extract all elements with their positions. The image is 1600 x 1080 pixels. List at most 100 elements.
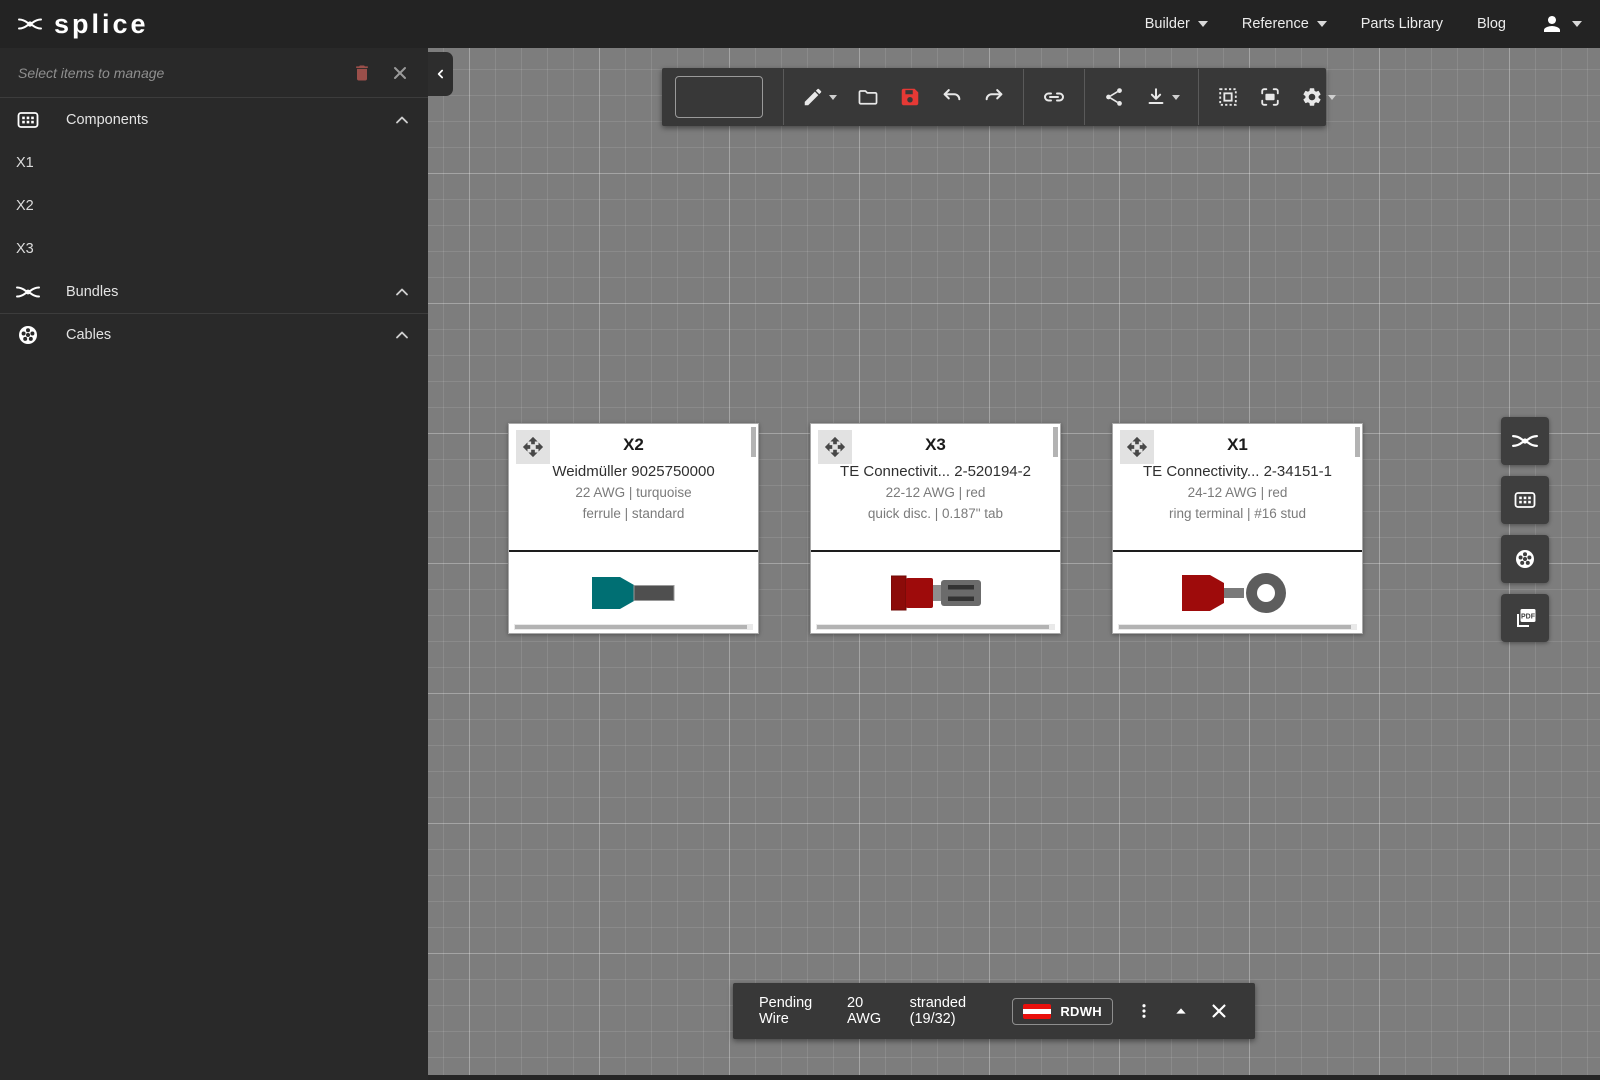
cable-icon [1513, 547, 1537, 571]
redo-button[interactable] [975, 75, 1013, 119]
trash-icon [352, 63, 372, 83]
move-handle[interactable] [516, 430, 550, 464]
harness-name-input[interactable] [675, 76, 763, 118]
splice-icon [16, 280, 40, 304]
design-canvas[interactable]: X2 Weidmüller 9025750000 22 AWG | turquo… [428, 48, 1600, 1080]
splice-icon [1512, 431, 1538, 451]
card-header: X2 Weidmüller 9025750000 22 AWG | turquo… [509, 424, 758, 550]
app-logo[interactable]: splice [18, 11, 149, 38]
ferrule-graphic [592, 576, 676, 610]
move-icon [1126, 436, 1148, 458]
card-vertical-scrollbar[interactable] [751, 427, 756, 457]
canvas-horizontal-scrollbar[interactable] [428, 1075, 1600, 1080]
chevron-up-icon[interactable] [392, 110, 412, 130]
chevron-down-icon [1328, 95, 1336, 100]
toolbar-divider [1023, 69, 1024, 125]
top-navbar: splice Builder Reference Parts Library B… [0, 0, 1600, 48]
sidebar-item-x2[interactable]: X2 [0, 184, 428, 227]
sidebar-item-x1[interactable]: X1 [0, 141, 428, 184]
card-horizontal-scrollbar[interactable] [817, 625, 1049, 629]
connector-icon [16, 108, 40, 132]
fit-screen-icon [1259, 86, 1281, 108]
toolbar-divider [783, 69, 784, 125]
chevron-down-icon [1172, 95, 1180, 100]
export-pdf-button[interactable]: PDF [1501, 594, 1549, 642]
account-menu[interactable] [1540, 12, 1582, 36]
card-mpn: TE Connectivity... 2-34151-1 [1113, 462, 1362, 482]
nav-parts-library[interactable]: Parts Library [1361, 16, 1443, 32]
wire-options-button[interactable] [1135, 1002, 1153, 1020]
undo-button[interactable] [933, 75, 971, 119]
nav-reference[interactable]: Reference [1242, 16, 1327, 32]
card-horizontal-scroll-track[interactable] [1118, 624, 1357, 630]
nav-builder[interactable]: Builder [1145, 16, 1208, 32]
card-spec1: 22 AWG | turquoise [509, 482, 758, 503]
sidebar-collapse-button[interactable] [428, 52, 453, 96]
card-horizontal-scrollbar[interactable] [515, 625, 747, 629]
download-button[interactable] [1137, 75, 1188, 119]
select-region-button[interactable] [1209, 75, 1247, 119]
card-spec1: 24-12 AWG | red [1113, 482, 1362, 503]
add-splice-button[interactable] [1501, 417, 1549, 465]
card-horizontal-scroll-track[interactable] [816, 624, 1055, 630]
card-vertical-scrollbar[interactable] [1355, 427, 1360, 457]
card-graphic-area [509, 552, 758, 633]
card-horizontal-scrollbar[interactable] [1119, 625, 1351, 629]
settings-button[interactable] [1293, 75, 1344, 119]
sidebar-section-components[interactable]: Components [0, 98, 428, 141]
select-all-icon [1217, 86, 1239, 108]
save-button[interactable] [891, 75, 929, 119]
collapse-pending-button[interactable] [1173, 1003, 1189, 1019]
nav-builder-label: Builder [1145, 16, 1190, 32]
pending-wire-strands: stranded (19/32) [910, 995, 991, 1027]
component-card-x1[interactable]: X1 TE Connectivity... 2-34151-1 24-12 AW… [1112, 423, 1363, 634]
ring-terminal-graphic [1182, 572, 1294, 614]
fit-view-button[interactable] [1251, 75, 1289, 119]
pending-wire-gauge: 20 AWG [847, 995, 888, 1027]
sidebar-section-label: Components [66, 112, 148, 128]
selection-placeholder: Select items to manage [18, 65, 334, 81]
triangle-up-icon [1173, 1003, 1189, 1019]
sidebar-section-cables[interactable]: Cables [0, 313, 428, 356]
share-link-button[interactable] [1034, 75, 1074, 119]
card-header: X3 TE Connectivit... 2-520194-2 22-12 AW… [811, 424, 1060, 550]
card-spec2: quick disc. | 0.187" tab [811, 503, 1060, 524]
add-cable-button[interactable] [1501, 535, 1549, 583]
connector-icon [1513, 488, 1537, 512]
chevron-down-icon [1198, 21, 1208, 27]
card-horizontal-scroll-track[interactable] [514, 624, 753, 630]
redo-icon [983, 86, 1005, 108]
sidebar-section-label: Cables [66, 327, 111, 343]
card-graphic-area [811, 552, 1060, 633]
clear-selection-button[interactable] [390, 63, 410, 83]
nav-blog-label: Blog [1477, 16, 1506, 32]
add-connector-button[interactable] [1501, 476, 1549, 524]
svg-text:PDF: PDF [1521, 614, 1536, 621]
share-button[interactable] [1095, 75, 1133, 119]
card-spec1: 22-12 AWG | red [811, 482, 1060, 503]
folder-icon [857, 86, 879, 108]
app-title: splice [54, 11, 149, 38]
chevron-up-icon[interactable] [392, 282, 412, 302]
open-project-button[interactable] [849, 75, 887, 119]
toolbar-divider [1084, 69, 1085, 125]
close-pending-button[interactable] [1209, 1001, 1229, 1021]
nav-blog[interactable]: Blog [1477, 16, 1506, 32]
delete-selected-button[interactable] [352, 63, 372, 83]
component-card-x3[interactable]: X3 TE Connectivit... 2-520194-2 22-12 AW… [810, 423, 1061, 634]
wire-color-chip[interactable]: RDWH [1012, 998, 1113, 1025]
gear-icon [1301, 86, 1323, 108]
edit-mode-button[interactable] [794, 75, 845, 119]
card-vertical-scrollbar[interactable] [1053, 427, 1058, 457]
chevron-up-icon[interactable] [392, 325, 412, 345]
component-card-x2[interactable]: X2 Weidmüller 9025750000 22 AWG | turquo… [508, 423, 759, 634]
pending-wire-title: Pending Wire [759, 995, 825, 1027]
chevron-down-icon [829, 95, 837, 100]
splice-logo-icon [18, 12, 42, 36]
card-mpn: Weidmüller 9025750000 [509, 462, 758, 482]
sidebar-section-bundles[interactable]: Bundles [0, 270, 428, 313]
move-handle[interactable] [818, 430, 852, 464]
sidebar-item-x3[interactable]: X3 [0, 227, 428, 270]
wire-color-code: RDWH [1060, 1004, 1102, 1019]
move-handle[interactable] [1120, 430, 1154, 464]
